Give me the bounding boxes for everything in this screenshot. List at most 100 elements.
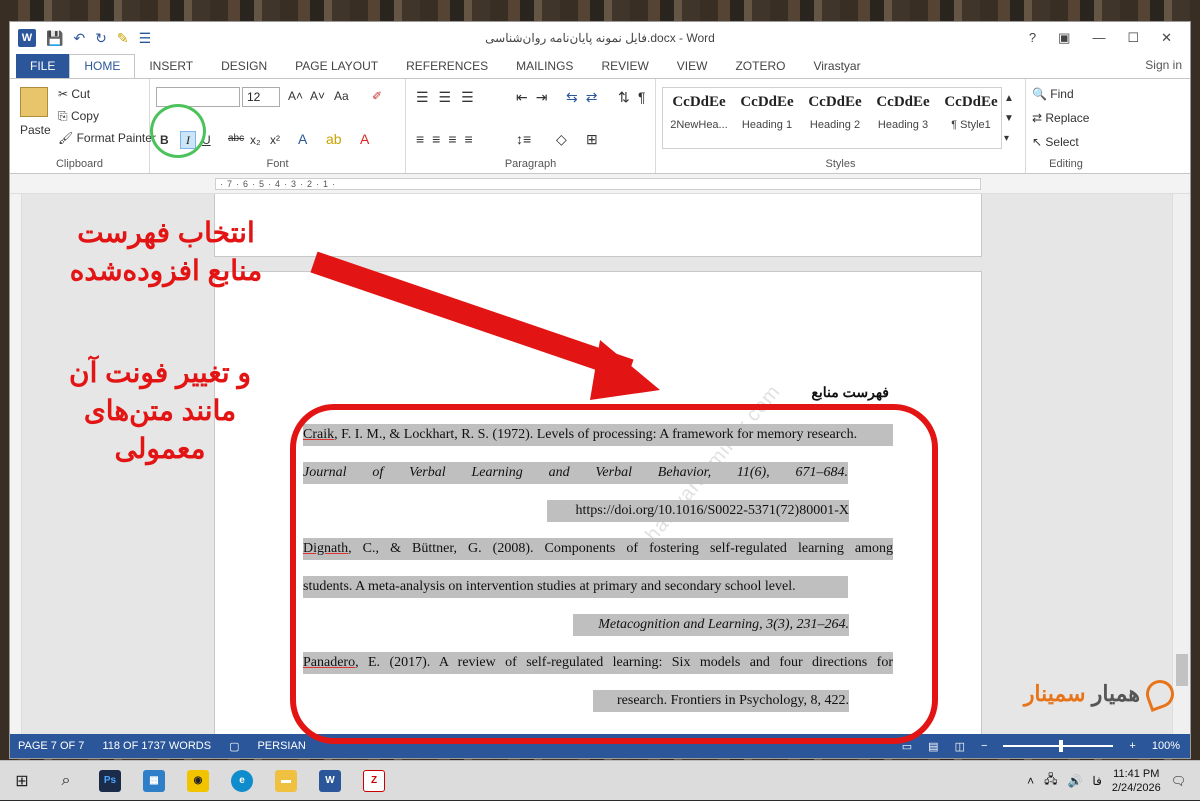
volume-icon[interactable]: 🔊 [1067,774,1082,788]
notification-icon[interactable]: 🗨 [1171,774,1186,788]
sort-icon[interactable]: ⇅ [618,89,630,106]
align-icons[interactable]: ≡≡≡≡ [416,131,481,147]
vertical-scrollbar[interactable] [1172,194,1190,734]
tab-mailings[interactable]: MAILINGS [502,55,587,78]
proofing-icon[interactable]: ▢ [229,740,239,753]
network-icon[interactable]: 🖧 [1044,770,1057,791]
strikethrough-button[interactable]: abc [228,133,244,144]
windows-icon: ⊞ [15,771,28,791]
editing-group: 🔍 Find ⇄ Replace ↖ Select Editing [1026,79,1106,173]
horizontal-ruler[interactable]: ·7·6·5·4·3·2·1· [10,174,1190,194]
clock[interactable]: 11:41 PM2/24/2026 [1112,767,1161,795]
style-heading-1[interactable]: CcDdEeHeading 1 [733,94,801,131]
list-icon[interactable]: ☰ [139,30,152,47]
save-icon[interactable]: 💾 [46,30,63,47]
shrink-font-icon[interactable]: A˅ [310,89,325,103]
tab-home[interactable]: HOME [69,54,135,79]
edge-icon: e [231,770,253,792]
zoom-slider[interactable] [1003,745,1113,747]
style-2newheading[interactable]: CcDdEe2NewHea... [665,94,733,131]
word-count[interactable]: 118 OF 1737 WORDS [102,740,211,752]
taskbar-zotero[interactable]: Z [352,761,396,801]
highlight-color-icon[interactable]: ab [326,131,342,147]
undo-icon[interactable]: ↶ [73,30,85,47]
find-button[interactable]: 🔍 Find [1032,87,1074,101]
brand-logo: همیار سمینار [1024,680,1174,708]
format-painter-button[interactable]: 🖌 Format Painter [58,131,156,145]
superscript-button[interactable]: x² [270,133,280,147]
language-indicator[interactable]: PERSIAN [257,740,305,752]
shading-icon[interactable]: ◇ [556,131,567,148]
clear-format-icon[interactable]: ✐ [372,89,382,103]
list-bullets-icon[interactable]: ☰☰☰ [416,89,484,106]
page-count[interactable]: PAGE 7 OF 7 [18,740,84,752]
tab-references[interactable]: REFERENCES [392,55,502,78]
tab-review[interactable]: REVIEW [587,55,662,78]
help-button[interactable]: ? [1029,30,1036,46]
annotation-text-1: انتخاب فهرستمنابع افزوده‌شده [36,214,296,290]
taskbar-app3[interactable]: ◉ [176,761,220,801]
highlight-icon[interactable]: ✎ [117,30,129,47]
text-direction-icon[interactable]: ⇆⇄ [566,89,605,106]
style-heading-3[interactable]: CcDdEeHeading 3 [869,94,937,131]
copy-icon: ⎘ [58,109,71,123]
font-color-icon[interactable]: A [360,131,369,147]
replace-button[interactable]: ⇄ Replace [1032,111,1089,125]
pilcrow-icon[interactable]: ¶ [638,89,646,105]
zoom-knob[interactable] [1059,740,1063,752]
paste-icon[interactable] [20,87,48,117]
start-button[interactable]: ⊞ [0,761,44,801]
taskbar-explorer[interactable]: ▬ [264,761,308,801]
cut-button[interactable]: ✂ Cut [58,87,90,101]
ribbon-display-icon[interactable]: ▣ [1058,30,1070,46]
editing-label: Editing [1026,158,1106,170]
paste-button[interactable]: Paste [20,123,51,137]
quick-access-toolbar: W 💾 ↶ ↻ ✎ ☰ [10,29,151,47]
borders-icon[interactable]: ⊞ [586,131,598,148]
font-size-select[interactable]: 12 [242,87,280,107]
sign-in-link[interactable]: Sign in [1145,58,1182,72]
ribbon-tabs: FILE HOME INSERT DESIGN PAGE LAYOUT REFE… [10,54,1190,78]
indent-icon[interactable]: ⇤⇥ [516,89,555,106]
highlight-ring [150,104,206,158]
styles-label: Styles [656,158,1025,170]
web-layout-icon[interactable]: ◫ [955,740,965,753]
taskbar-photoshop[interactable]: Ps [88,761,132,801]
zoom-in-icon[interactable]: + [1129,740,1135,752]
input-language[interactable]: فا [1092,774,1101,788]
text-effects-icon[interactable]: A [298,131,307,147]
search-button[interactable]: ⌕ [44,761,88,801]
redo-icon[interactable]: ↻ [95,30,107,47]
scrollbar-thumb[interactable] [1176,654,1188,686]
tab-insert[interactable]: INSERT [135,55,207,78]
tab-file[interactable]: FILE [16,54,69,78]
taskbar-edge[interactable]: e [220,761,264,801]
tab-view[interactable]: VIEW [663,55,722,78]
style-style1[interactable]: CcDdEe¶ Style1 [937,94,1005,131]
style-heading-2[interactable]: CcDdEeHeading 2 [801,94,869,131]
tab-virastyar[interactable]: Virastyar [799,55,874,78]
taskbar-word[interactable]: W [308,761,352,801]
scissors-icon: ✂ [58,87,71,101]
tab-design[interactable]: DESIGN [207,55,281,78]
zoom-out-icon[interactable]: − [981,740,987,752]
grow-font-icon[interactable]: A˄ [288,89,303,103]
clipboard-group: Paste ✂ Cut ⎘ Copy 🖌 Format Painter Clip… [10,79,150,173]
minimize-button[interactable]: — [1092,30,1105,46]
chevron-up-icon[interactable]: ˄ [1027,774,1034,788]
print-layout-icon[interactable]: ▤ [928,740,938,753]
subscript-button[interactable]: x₂ [250,133,261,147]
taskbar-app2[interactable]: ▦ [132,761,176,801]
tab-page-layout[interactable]: PAGE LAYOUT [281,55,392,78]
change-case-button[interactable]: Aa [334,89,349,103]
close-button[interactable]: ✕ [1161,30,1172,46]
tab-zotero[interactable]: ZOTERO [721,55,799,78]
line-spacing-icon[interactable]: ↕≡ [516,131,531,147]
styles-scroll-icon[interactable]: ▲▼▾ [1004,89,1014,149]
copy-button[interactable]: ⎘ Copy [58,109,99,124]
select-button[interactable]: ↖ Select [1032,135,1079,149]
brand-name: همیار سمینار [1024,681,1140,707]
zoom-level[interactable]: 100% [1152,740,1180,752]
font-name-select[interactable] [156,87,240,107]
maximize-button[interactable]: ☐ [1127,30,1139,46]
